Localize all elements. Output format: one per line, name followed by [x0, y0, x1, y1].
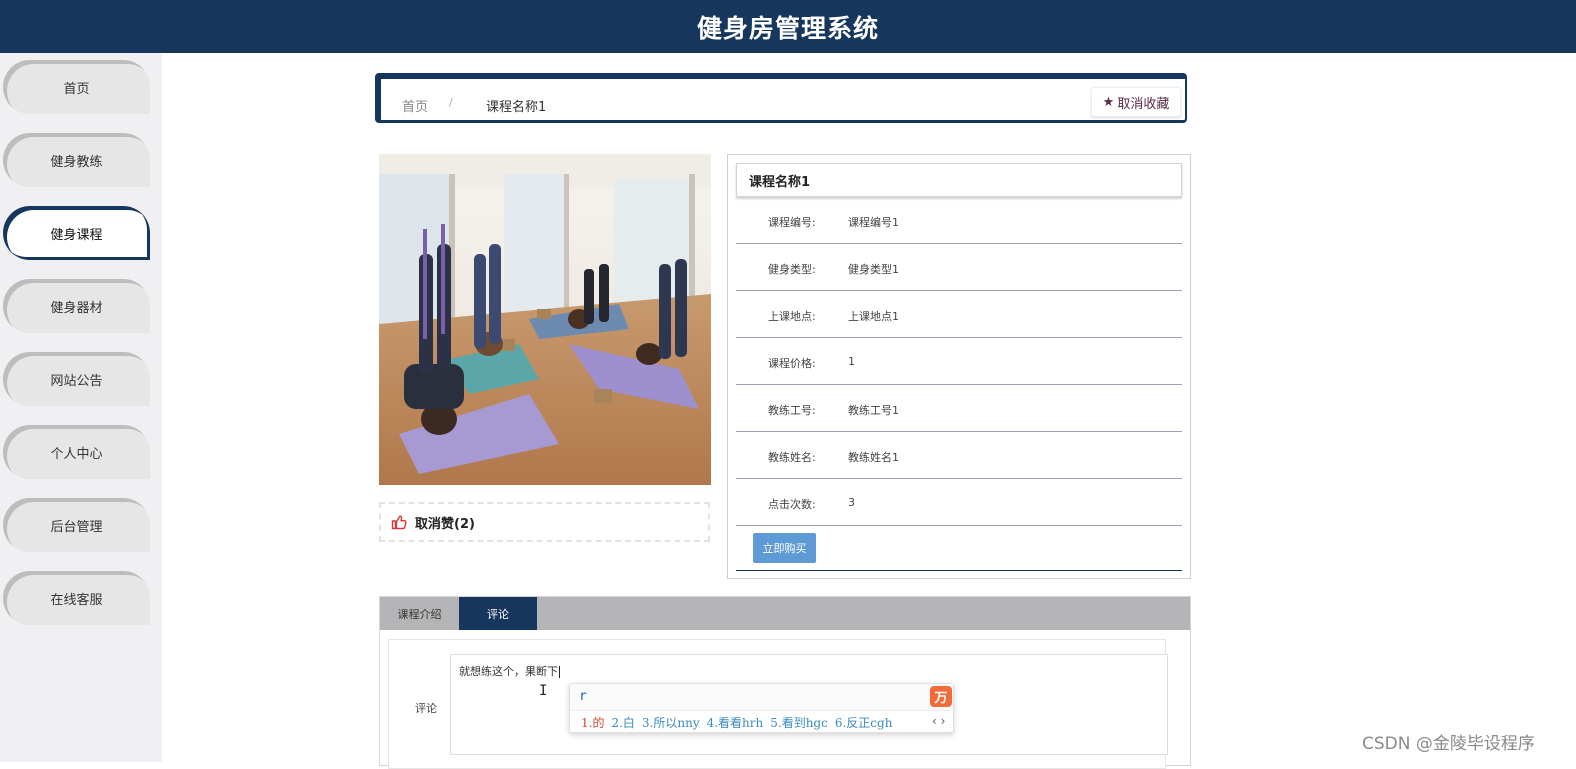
sidebar-item-label: 健身器材	[50, 300, 103, 316]
unlike-button[interactable]: 取消赞(2)	[379, 502, 710, 542]
tab-comments[interactable]: 评论	[459, 597, 537, 630]
breadcrumb-current: 课程名称1	[486, 100, 547, 115]
ime-logo-icon[interactable]: 万	[930, 686, 952, 707]
tab-course-intro[interactable]: 课程介绍	[380, 597, 459, 630]
field-label: 健身类型:	[768, 263, 816, 276]
course-title: 课程名称1	[736, 163, 1182, 197]
field-value: 教练姓名1	[848, 451, 899, 464]
watermark: CSDN @金陵毕设程序	[1362, 734, 1535, 754]
info-row-location: 上课地点: 上课地点1	[736, 291, 1182, 338]
comment-label: 评论	[415, 702, 437, 715]
breadcrumb-separator: /	[449, 96, 453, 109]
sidebar-item-admin[interactable]: 后台管理	[3, 498, 150, 552]
ime-candidate[interactable]: 3.所以nny	[642, 716, 700, 730]
sidebar-item-label: 健身教练	[50, 154, 103, 170]
ime-candidate[interactable]: 6.反正cgh	[835, 716, 893, 730]
field-value: 健身类型1	[848, 263, 899, 276]
ime-composition-row: r 万	[570, 684, 953, 711]
text-caret	[559, 666, 560, 678]
sidebar-item-label: 首页	[63, 81, 90, 97]
sidebar-item-label: 个人中心	[50, 446, 103, 462]
ime-page-arrows-icon[interactable]: ‹ ›	[932, 714, 945, 728]
field-label: 课程编号:	[768, 216, 816, 229]
info-row-fitness-type: 健身类型: 健身类型1	[736, 244, 1182, 291]
course-info-panel: 课程名称1 课程编号: 课程编号1 健身类型: 健身类型1 上课地点: 上课地点…	[727, 154, 1191, 579]
unfavorite-button[interactable]: ★ 取消收藏	[1091, 87, 1181, 117]
info-row-coach-id: 教练工号: 教练工号1	[736, 385, 1182, 432]
course-image	[379, 154, 711, 485]
yoga-class-photo	[379, 154, 711, 485]
ime-candidate[interactable]: 1.的	[581, 716, 604, 730]
sidebar-item-home[interactable]: 首页	[3, 60, 150, 114]
ime-candidate[interactable]: 2.白	[611, 716, 634, 730]
sidebar-item-label: 后台管理	[50, 519, 103, 535]
field-value: 课程编号1	[848, 216, 899, 229]
info-row-price: 课程价格: 1	[736, 338, 1182, 385]
unlike-label: 取消赞(2)	[415, 516, 475, 532]
sidebar-item-equipment[interactable]: 健身器材	[3, 279, 150, 333]
details-tabs-panel: 课程介绍 评论 评论 就想练这个，果断下	[379, 596, 1191, 769]
breadcrumb: 首页 / 课程名称1 ★ 取消收藏	[375, 73, 1187, 123]
field-label: 教练工号:	[768, 404, 816, 417]
field-value: 教练工号1	[848, 404, 899, 417]
sidebar-item-label: 在线客服	[50, 592, 103, 608]
ime-pinyin: r	[579, 689, 587, 704]
tab-strip: 课程介绍 评论	[380, 597, 1190, 630]
sidebar-item-announcements[interactable]: 网站公告	[3, 352, 150, 406]
sidebar: 首页 健身教练 健身课程 健身器材 网站公告 个人中心 后台管理 在线客服	[0, 53, 162, 762]
sidebar-item-courses[interactable]: 健身课程	[3, 206, 150, 260]
star-icon: ★	[1102, 94, 1115, 110]
info-row-coach-name: 教练姓名: 教练姓名1	[736, 432, 1182, 479]
info-row-course-code: 课程编号: 课程编号1	[736, 197, 1182, 244]
field-label: 课程价格:	[768, 357, 816, 370]
thumbs-up-icon	[391, 515, 407, 530]
unfavorite-label: 取消收藏	[1117, 96, 1170, 112]
ime-candidates: 1.的 2.白 3.所以nny 4.看看hrh 5.看到hgc 6.反正cgh	[581, 714, 899, 731]
field-label: 上课地点:	[768, 310, 816, 323]
field-value: 上课地点1	[848, 310, 899, 323]
buy-row: 立即购买	[736, 526, 1182, 571]
comment-text: 就想练这个，果断下	[459, 665, 558, 678]
ime-candidate[interactable]: 4.看看hrh	[707, 716, 764, 730]
field-value: 3	[848, 496, 855, 509]
sidebar-item-label: 健身课程	[50, 227, 103, 243]
buy-now-button[interactable]: 立即购买	[753, 533, 816, 563]
field-label: 点击次数:	[768, 498, 816, 511]
field-value: 1	[848, 355, 855, 368]
field-label: 教练姓名:	[768, 451, 816, 464]
ime-candidate[interactable]: 5.看到hgc	[770, 716, 828, 730]
sidebar-item-profile[interactable]: 个人中心	[3, 425, 150, 479]
ime-candidate-popup[interactable]: r 万 1.的 2.白 3.所以nny 4.看看hrh 5.看到hgc 6.反正cgh ‹…	[569, 683, 954, 733]
top-header: 健身房管理系统	[0, 0, 1576, 53]
sidebar-item-coaches[interactable]: 健身教练	[3, 133, 150, 187]
ibeam-cursor-icon: I	[539, 683, 548, 699]
sidebar-item-support[interactable]: 在线客服	[3, 571, 150, 625]
info-row-click-count: 点击次数: 3	[736, 479, 1182, 526]
sidebar-item-label: 网站公告	[50, 373, 103, 389]
app-title: 健身房管理系统	[696, 13, 879, 43]
breadcrumb-home-link[interactable]: 首页	[402, 96, 428, 115]
